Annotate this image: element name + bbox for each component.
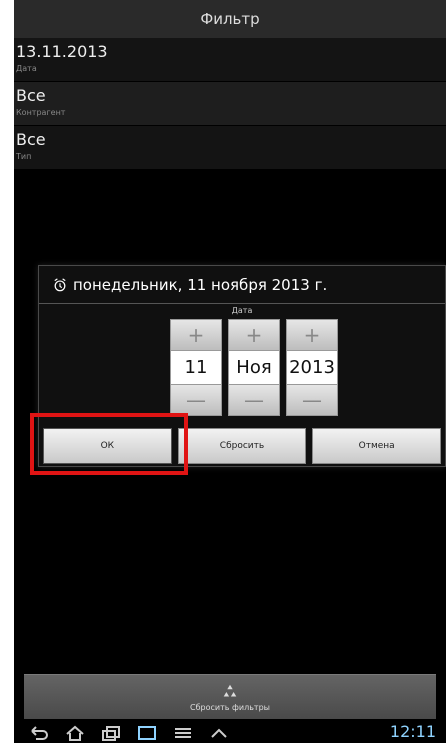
day-increment-button[interactable]: + xyxy=(170,319,222,351)
filter-contractor-label: Контрагент xyxy=(16,108,66,117)
home-icon[interactable] xyxy=(64,725,86,741)
month-increment-button[interactable]: + xyxy=(228,319,280,351)
year-picker: + 2013 — xyxy=(286,319,338,416)
recycle-icon xyxy=(223,684,237,696)
alarm-icon xyxy=(54,277,66,291)
dialog-title-bar: понедельник, 11 ноября 2013 г. xyxy=(39,266,445,304)
day-value[interactable]: 11 xyxy=(170,351,222,384)
filter-date-row[interactable]: 13.11.2013 Дата xyxy=(14,38,446,81)
reset-filters-button[interactable]: Сбросить фильтры xyxy=(24,674,436,719)
filter-contractor-value: Все xyxy=(16,86,46,105)
status-time: 12:11 xyxy=(389,722,436,741)
menu-icon[interactable] xyxy=(172,725,194,741)
month-picker: + Ноя — xyxy=(228,319,280,416)
title-bar: Фильтр xyxy=(14,0,446,38)
day-picker: + 11 — xyxy=(170,319,222,416)
dialog-button-bar: ОК Сбросить Отмена xyxy=(39,426,445,466)
recent-apps-icon[interactable] xyxy=(100,725,122,741)
ok-button[interactable]: ОК xyxy=(43,428,172,464)
year-decrement-button[interactable]: — xyxy=(286,384,338,416)
dialog-title: понедельник, 11 ноября 2013 г. xyxy=(73,275,328,294)
up-icon[interactable] xyxy=(208,725,230,741)
app-screen: Фильтр 13.11.2013 Дата Все Контрагент Вс… xyxy=(14,0,446,743)
cancel-button[interactable]: Отмена xyxy=(312,428,442,464)
back-icon[interactable] xyxy=(28,725,50,741)
year-value[interactable]: 2013 xyxy=(286,351,338,384)
filter-type-label: Тип xyxy=(16,152,32,161)
reset-filters-label: Сбросить фильтры xyxy=(190,702,270,712)
filter-type-row[interactable]: Все Тип xyxy=(14,126,446,169)
filter-contractor-row[interactable]: Все Контрагент xyxy=(14,82,446,125)
system-nav-bar: 12:11 xyxy=(14,722,446,743)
filter-date-label: Дата xyxy=(16,64,37,73)
screenshot-icon[interactable] xyxy=(136,725,158,741)
page-title: Фильтр xyxy=(200,10,260,28)
date-picker-dialog: понедельник, 11 ноября 2013 г. Дата + 11… xyxy=(38,265,446,467)
reset-button[interactable]: Сбросить xyxy=(177,428,307,464)
filter-date-value: 13.11.2013 xyxy=(16,42,108,61)
month-value[interactable]: Ноя xyxy=(228,351,280,384)
picker-label: Дата xyxy=(231,306,253,315)
filter-type-value: Все xyxy=(16,130,46,149)
year-increment-button[interactable]: + xyxy=(286,319,338,351)
day-decrement-button[interactable]: — xyxy=(170,384,222,416)
month-decrement-button[interactable]: — xyxy=(228,384,280,416)
